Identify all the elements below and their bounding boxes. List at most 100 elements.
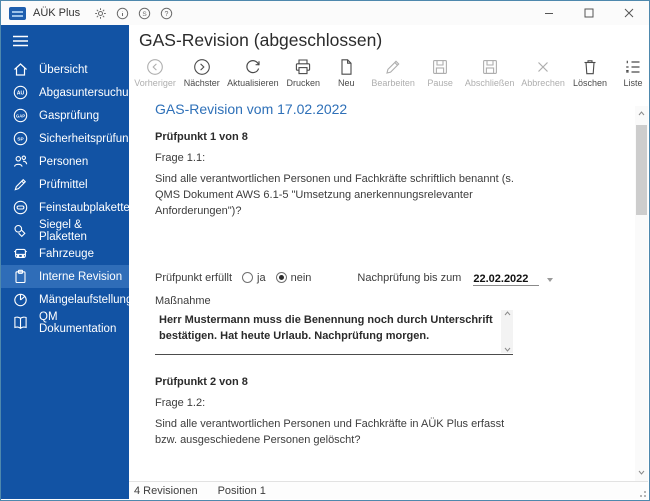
pruefpunkt-section-1: Prüfpunkt 1 von 8 Frage 1.1: Sind alle v…: [155, 131, 635, 355]
scrollbar-thumb[interactable]: [636, 125, 647, 215]
next-circle-icon: [192, 57, 212, 77]
svg-text:?: ?: [165, 10, 169, 17]
vehicle-icon: [12, 245, 29, 262]
resize-grip[interactable]: [638, 489, 646, 497]
revision-count: 4 Revisionen: [134, 484, 198, 497]
refresh-icon: [243, 57, 263, 77]
recheck-label: Nachprüfung bis zum: [357, 271, 462, 284]
statusbar: 4 Revisionen Position 1: [129, 481, 648, 499]
recheck-date-field[interactable]: 22.02.2022: [473, 270, 554, 286]
info-circle-icon[interactable]: [116, 7, 129, 20]
question-text: Sind alle verantwortlichen Personen und …: [155, 417, 505, 446]
fulfilled-label: Prüfpunkt erfüllt: [155, 271, 233, 284]
chevron-up-icon: [638, 111, 645, 116]
pen-icon: [12, 176, 29, 193]
frage-label: Frage 1.1:: [155, 152, 206, 164]
vertical-scrollbar[interactable]: [635, 106, 648, 481]
svg-text:AU: AU: [17, 91, 25, 97]
maximize-button[interactable]: [569, 1, 609, 25]
sidebar: Übersicht AU Abgasuntersuchung GAP Gaspr…: [1, 25, 141, 499]
printer-icon: [293, 57, 313, 77]
sidebar-item-gaspruefung[interactable]: GAP Gasprüfung: [1, 104, 129, 127]
chevron-down-icon: [638, 470, 645, 475]
sidebar-item-interne-revision[interactable]: Interne Revision: [1, 265, 129, 288]
massnahme-label: Maßnahme: [155, 294, 211, 307]
revision-form: GAS-Revision vom 17.02.2022 Prüfpunkt 1 …: [129, 91, 635, 481]
new-page-icon: [336, 57, 356, 77]
svg-text:SP: SP: [17, 137, 24, 143]
pruefpunkt-section-2: Prüfpunkt 2 von 8 Frage 1.2: Sind alle v…: [155, 376, 635, 481]
main-panel: GAS-Revision (abgeschlossen) Vorheriger …: [129, 25, 648, 481]
chevron-up-icon: [504, 311, 510, 316]
s-badge-icon[interactable]: S: [138, 7, 151, 20]
app-title: AÜK Plus: [33, 7, 81, 19]
minimize-button[interactable]: [529, 1, 569, 25]
sidebar-item-qm-dokumentation[interactable]: QM Dokumentation: [1, 311, 129, 335]
pause-button[interactable]: Pause: [425, 57, 455, 88]
titlebar: AÜK Plus S ?: [1, 1, 649, 25]
radio-ja[interactable]: ja: [242, 272, 266, 284]
sidebar-item-pruefmittel[interactable]: Prüfmittel: [1, 173, 129, 196]
pruefpunkt-title: Prüfpunkt 2 von 8: [155, 375, 248, 388]
radio-ja-circle[interactable]: [242, 272, 254, 284]
new-button[interactable]: Neu: [331, 57, 361, 88]
scroll-down-button[interactable]: [635, 465, 648, 479]
app-window: AÜK Plus S ? Übersicht AU Abgasuntersuch…: [0, 0, 650, 501]
seal-icon: [12, 222, 29, 239]
sidebar-item-personen[interactable]: Personen: [1, 150, 129, 173]
cancel-button[interactable]: Abbrechen: [521, 57, 565, 88]
save-disk-icon: [430, 57, 450, 77]
app-logo-icon: [9, 6, 26, 20]
pie-chart-icon: [12, 291, 29, 308]
sidebar-item-maengelaufstellung[interactable]: Mängelaufstellung: [1, 288, 132, 311]
pencil-icon: [383, 57, 403, 77]
sidebar-item-feinstaubplaketten[interactable]: Feinstaubplaketten: [1, 196, 136, 219]
scroll-up-button[interactable]: [635, 106, 648, 121]
previous-circle-icon: [145, 57, 165, 77]
svg-text:S: S: [142, 10, 147, 17]
trash-icon: [580, 57, 600, 77]
help-circle-icon[interactable]: ?: [160, 7, 173, 20]
close-button[interactable]: [609, 1, 649, 25]
pruefpunkt-title: Prüfpunkt 1 von 8: [155, 131, 248, 143]
sidebar-item-sicherheitspruefung[interactable]: SP Sicherheitsprüfung: [1, 127, 135, 150]
massnahme-textarea[interactable]: Herr Mustermann muss die Benennung noch …: [155, 309, 513, 355]
list-button[interactable]: Liste: [618, 57, 648, 88]
textarea-scrollbar[interactable]: [501, 309, 513, 353]
fulfilled-row: Prüfpunkt erfüllt ja nein Nachprüfung bi…: [155, 270, 635, 286]
refresh-button[interactable]: Aktualisieren: [227, 57, 279, 88]
sidebar-item-siegel-plaketten[interactable]: Siegel & Plaketten: [1, 219, 129, 243]
finish-button[interactable]: Abschließen: [465, 57, 514, 88]
page-title: GAS-Revision (abgeschlossen): [139, 30, 383, 50]
list-icon: [623, 57, 643, 77]
settings-gear-icon[interactable]: [94, 7, 107, 20]
radio-nein[interactable]: nein: [275, 272, 311, 284]
chevron-down-icon: [504, 347, 510, 352]
question-text: Sind alle verantwortlichen Personen und …: [155, 173, 514, 217]
toolbar: Vorheriger Nächster Aktualisieren Drucke…: [134, 57, 648, 88]
sidebar-item-uebersicht[interactable]: Übersicht: [1, 58, 129, 81]
next-button[interactable]: Nächster: [184, 57, 220, 88]
svg-text:GAP: GAP: [16, 113, 25, 118]
x-icon: [533, 57, 553, 77]
home-icon: [12, 61, 29, 78]
sidebar-item-abgasuntersuchung[interactable]: AU Abgasuntersuchung: [1, 81, 141, 104]
radio-nein-circle[interactable]: [275, 272, 287, 284]
chevron-down-icon[interactable]: [547, 277, 554, 282]
menu-hamburger-icon[interactable]: [1, 25, 129, 58]
delete-button[interactable]: Löschen: [573, 57, 607, 88]
edit-button[interactable]: Bearbeiten: [371, 57, 415, 88]
au-badge-icon: AU: [12, 84, 29, 101]
frage-label: Frage 1.2:: [155, 396, 206, 409]
previous-button[interactable]: Vorheriger: [134, 57, 176, 88]
badge-circle-icon: [12, 199, 29, 216]
persons-icon: [12, 153, 29, 170]
save-disk-icon: [480, 57, 500, 77]
book-icon: [12, 314, 29, 331]
clipboard-icon: [12, 268, 29, 285]
print-button[interactable]: Drucken: [286, 57, 320, 88]
gap-badge-icon: GAP: [12, 107, 29, 124]
sp-badge-icon: SP: [12, 130, 29, 147]
sidebar-item-fahrzeuge[interactable]: Fahrzeuge: [1, 242, 129, 265]
position-indicator: Position 1: [217, 484, 266, 497]
